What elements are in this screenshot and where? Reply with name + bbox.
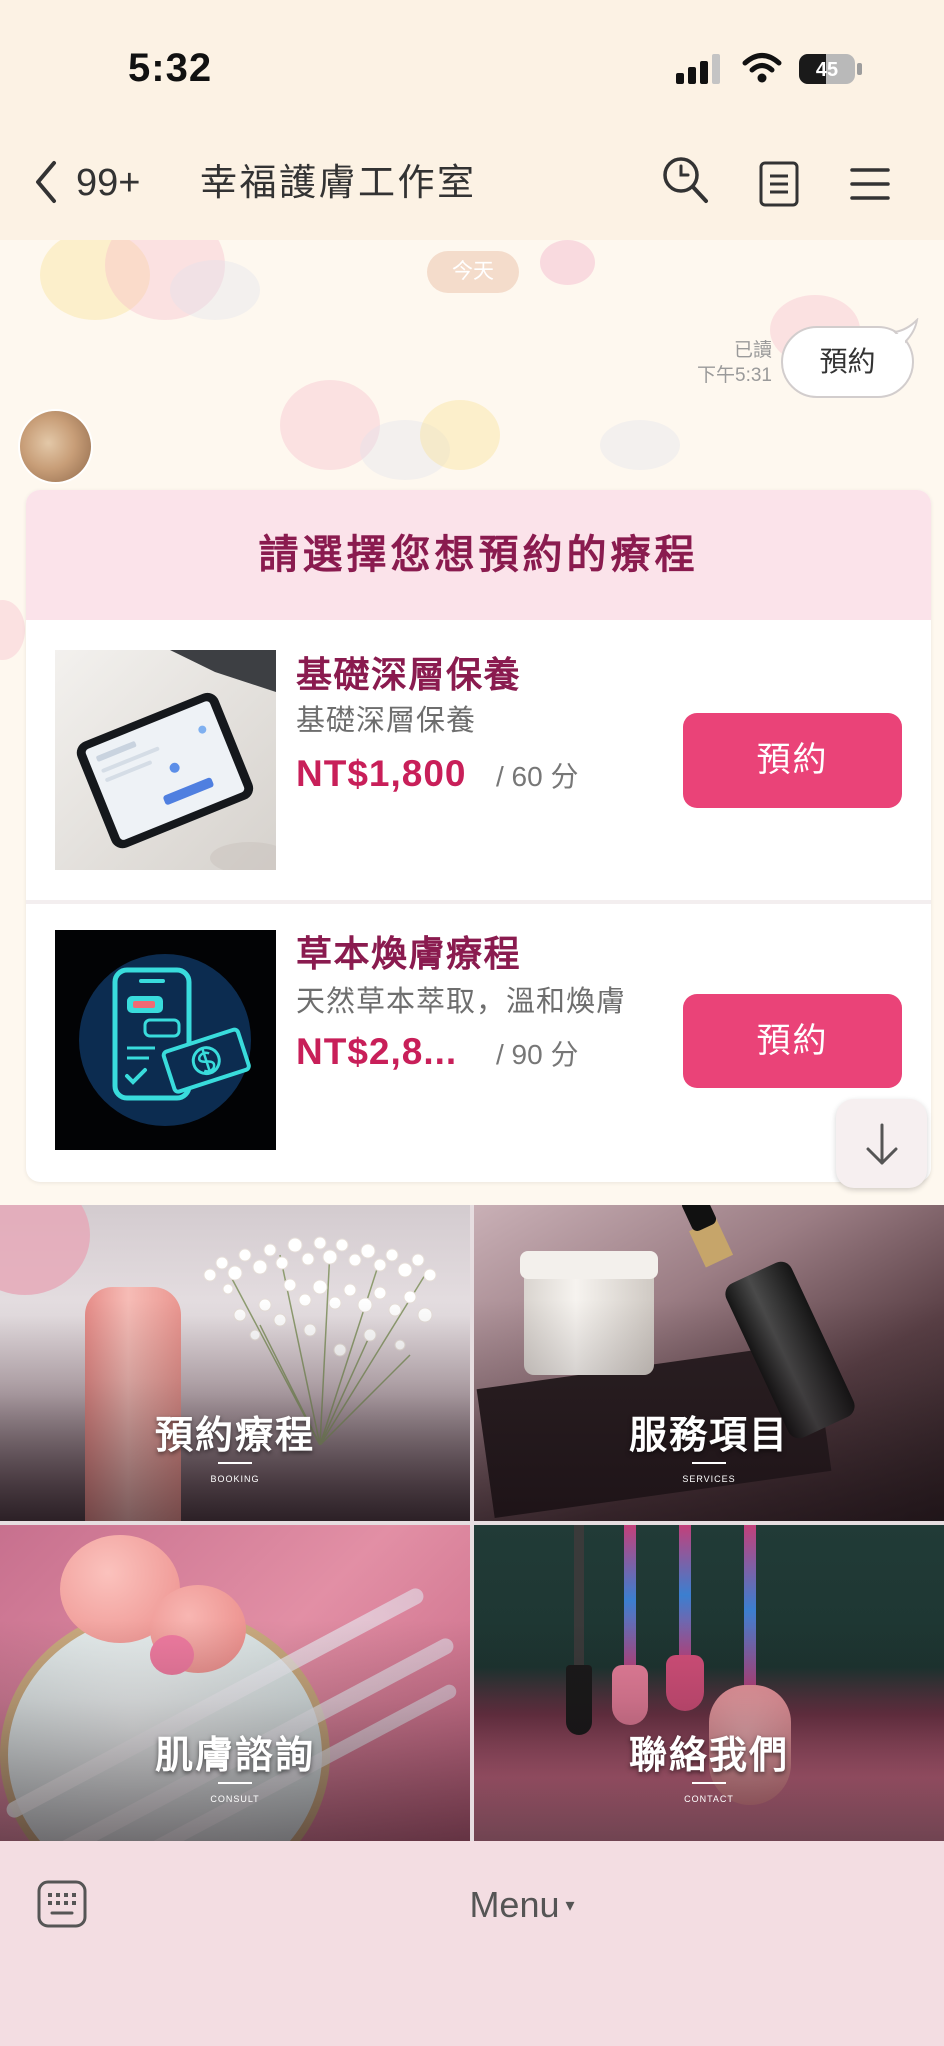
tile-underline bbox=[692, 1782, 726, 1784]
treatment-description: 天然草本萃取，溫和煥膚 bbox=[296, 986, 627, 1018]
tile-sublabel: CONSULT bbox=[210, 1794, 260, 1804]
tile-underline bbox=[692, 1462, 726, 1464]
caret-down-icon: ▾ bbox=[565, 1895, 575, 1915]
treatment-name: 草本煥膚療程 bbox=[296, 933, 522, 974]
rich-menu: 預約療程 BOOKING 服務項目 SERVICES 肌膚諮詢 CONSULT bbox=[0, 1205, 944, 1841]
message-meta: 已讀 下午5:31 bbox=[640, 338, 772, 388]
treatment-description: 基礎深層保養 bbox=[296, 705, 477, 737]
battery-icon: 45 bbox=[799, 54, 862, 84]
note-list-icon[interactable] bbox=[758, 160, 800, 208]
tile-sublabel: CONTACT bbox=[684, 1794, 734, 1804]
message-time: 下午5:31 bbox=[697, 365, 772, 386]
booking-card: 請選擇您想預約的療程 基礎深層保養 基礎深層保養 NT$1,800 / 60 分… bbox=[26, 490, 931, 1182]
back-button[interactable]: 99+ bbox=[28, 152, 158, 212]
treatment-item: 草本煥膚療程 天然草本萃取，溫和煥膚 NT$2,8... / 90 分 預約 bbox=[26, 904, 931, 1182]
treatment-item: 基礎深層保養 基礎深層保養 NT$1,800 / 60 分 預約 bbox=[26, 624, 931, 900]
rich-menu-toggle[interactable]: Menu ▾ bbox=[100, 1883, 944, 1927]
treatment-duration: / 90 分 bbox=[496, 1039, 579, 1070]
hamburger-menu-icon[interactable] bbox=[850, 166, 890, 202]
book-button[interactable]: 預約 bbox=[683, 994, 902, 1088]
top-bar: 5:32 45 99+ 幸福護膚工作室 bbox=[0, 0, 944, 240]
background-sticker bbox=[600, 420, 680, 470]
search-icon[interactable] bbox=[660, 154, 710, 206]
tile-label: 服務項目 bbox=[628, 1415, 789, 1457]
cellular-signal-icon bbox=[676, 54, 720, 84]
battery-level: 45 bbox=[816, 59, 838, 81]
tile-label: 肌膚諮詢 bbox=[154, 1735, 315, 1777]
chat-title: 幸福護膚工作室 bbox=[200, 162, 477, 203]
treatment-image bbox=[55, 930, 276, 1150]
menu-label: Menu bbox=[469, 1884, 560, 1925]
sender-avatar[interactable] bbox=[20, 411, 91, 482]
book-button[interactable]: 預約 bbox=[683, 713, 902, 808]
bottom-bar: Menu ▾ bbox=[0, 1841, 944, 2046]
keyboard-icon[interactable] bbox=[37, 1880, 87, 1928]
tile-label: 預約療程 bbox=[154, 1415, 315, 1457]
date-separator: 今天 bbox=[427, 251, 519, 293]
treatment-name: 基礎深層保養 bbox=[296, 654, 522, 695]
tile-sublabel: SERVICES bbox=[682, 1474, 736, 1484]
read-status: 已讀 bbox=[733, 340, 772, 361]
tile-label: 聯絡我們 bbox=[628, 1735, 789, 1777]
tile-sublabel: BOOKING bbox=[210, 1474, 260, 1484]
background-sticker bbox=[0, 600, 25, 660]
background-sticker bbox=[170, 260, 260, 320]
arrow-down-icon bbox=[866, 1123, 898, 1165]
status-time: 5:32 bbox=[128, 46, 213, 90]
rich-menu-tile-consult[interactable]: 肌膚諮詢 CONSULT bbox=[0, 1525, 470, 1841]
treatment-image bbox=[55, 650, 276, 870]
background-sticker bbox=[420, 400, 500, 470]
tile-underline bbox=[218, 1782, 252, 1784]
bubble-tail bbox=[893, 318, 919, 348]
rich-menu-tile-contact[interactable]: 聯絡我們 CONTACT bbox=[474, 1525, 944, 1841]
rich-menu-tile-services[interactable]: 服務項目 SERVICES bbox=[474, 1205, 944, 1521]
background-sticker bbox=[540, 240, 595, 285]
card-header: 請選擇您想預約的療程 bbox=[26, 490, 931, 620]
wifi-icon bbox=[742, 53, 782, 83]
treatment-price: NT$2,8... bbox=[296, 1031, 458, 1072]
unread-count: 99+ bbox=[76, 162, 141, 204]
treatment-duration: / 60 分 bbox=[496, 761, 579, 792]
tile-underline bbox=[218, 1462, 252, 1464]
rich-menu-tile-booking[interactable]: 預約療程 BOOKING bbox=[0, 1205, 470, 1521]
card-title: 請選擇您想預約的療程 bbox=[258, 533, 699, 577]
treatment-price: NT$1,800 bbox=[296, 753, 467, 794]
back-chevron-icon bbox=[36, 161, 56, 203]
scroll-to-bottom-button[interactable] bbox=[836, 1099, 927, 1188]
